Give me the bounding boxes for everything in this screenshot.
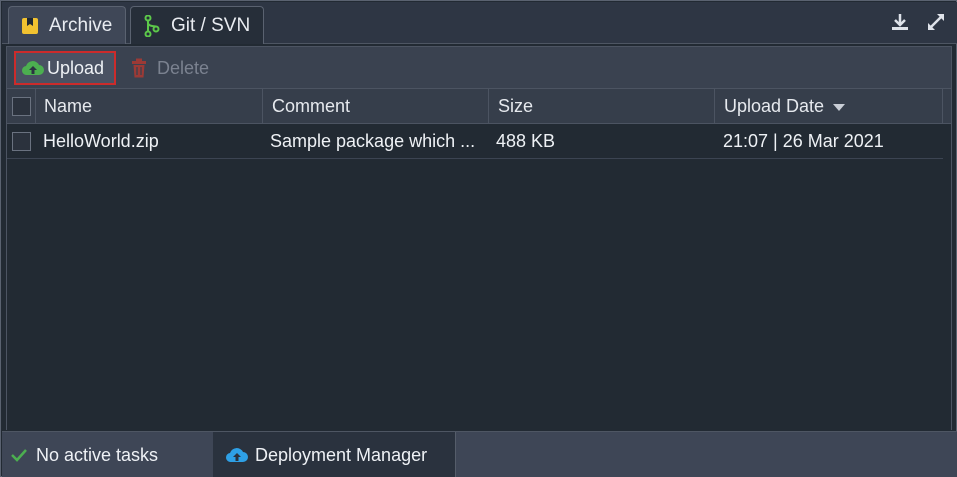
tab-label: Git / SVN: [171, 14, 251, 36]
toolbar: Upload Delete: [6, 46, 952, 88]
cell-comment: Sample package which ...: [270, 130, 476, 151]
delete-button[interactable]: Delete: [131, 53, 209, 83]
task-status-label: No active tasks: [36, 444, 159, 465]
checkmark-icon: [10, 446, 28, 464]
archive-grid: Name Comment Size Upload Date HelloWorld…: [6, 88, 952, 430]
tab-git-svn[interactable]: Git / SVN: [130, 6, 264, 44]
column-label: Comment: [272, 95, 351, 116]
cell-size: 488 KB: [496, 130, 556, 151]
column-header-size[interactable]: Size: [489, 89, 715, 123]
column-label: Size: [498, 95, 534, 116]
cloud-upload-icon: [21, 57, 45, 79]
expand-icon[interactable]: [925, 11, 947, 33]
deployment-manager-tab[interactable]: Deployment Manager: [213, 432, 456, 477]
upload-button[interactable]: Upload: [14, 51, 116, 85]
task-status[interactable]: No active tasks: [2, 432, 213, 477]
upload-label: Upload: [47, 57, 105, 78]
table-row[interactable]: HelloWorld.zip Sample package which ... …: [7, 124, 943, 159]
column-header-upload-date[interactable]: Upload Date: [715, 89, 943, 123]
trash-icon: [131, 57, 149, 79]
grid-header: Name Comment Size Upload Date: [7, 88, 951, 124]
download-icon[interactable]: [889, 11, 911, 33]
tab-archive[interactable]: Archive: [8, 6, 126, 44]
git-branch-icon: [141, 14, 163, 37]
cell-name: HelloWorld.zip: [43, 130, 159, 151]
column-header-comment[interactable]: Comment: [263, 89, 489, 123]
column-header-name[interactable]: Name: [36, 89, 263, 123]
select-all-column: [7, 89, 36, 123]
status-bar: No active tasks Deployment Manager: [2, 431, 957, 477]
column-label: Name: [44, 95, 93, 116]
sort-descending-icon: [833, 103, 846, 111]
tab-actions: [889, 11, 947, 33]
tab-label: Archive: [49, 14, 113, 36]
deployment-manager-panel: Archive Git / SVN Upload Delete Name Com…: [0, 0, 957, 477]
column-label: Upload Date: [724, 95, 825, 116]
select-all-checkbox[interactable]: [11, 96, 31, 116]
row-select-cell: [7, 124, 36, 158]
cell-upload-date: 21:07 | 26 Mar 2021: [723, 130, 884, 151]
cloud-upload-icon: [225, 445, 249, 465]
delete-label: Delete: [157, 57, 210, 78]
tab-bar: Archive Git / SVN: [2, 2, 957, 44]
deployment-manager-label: Deployment Manager: [255, 444, 428, 465]
row-checkbox[interactable]: [12, 131, 31, 151]
archive-icon: [19, 15, 41, 37]
